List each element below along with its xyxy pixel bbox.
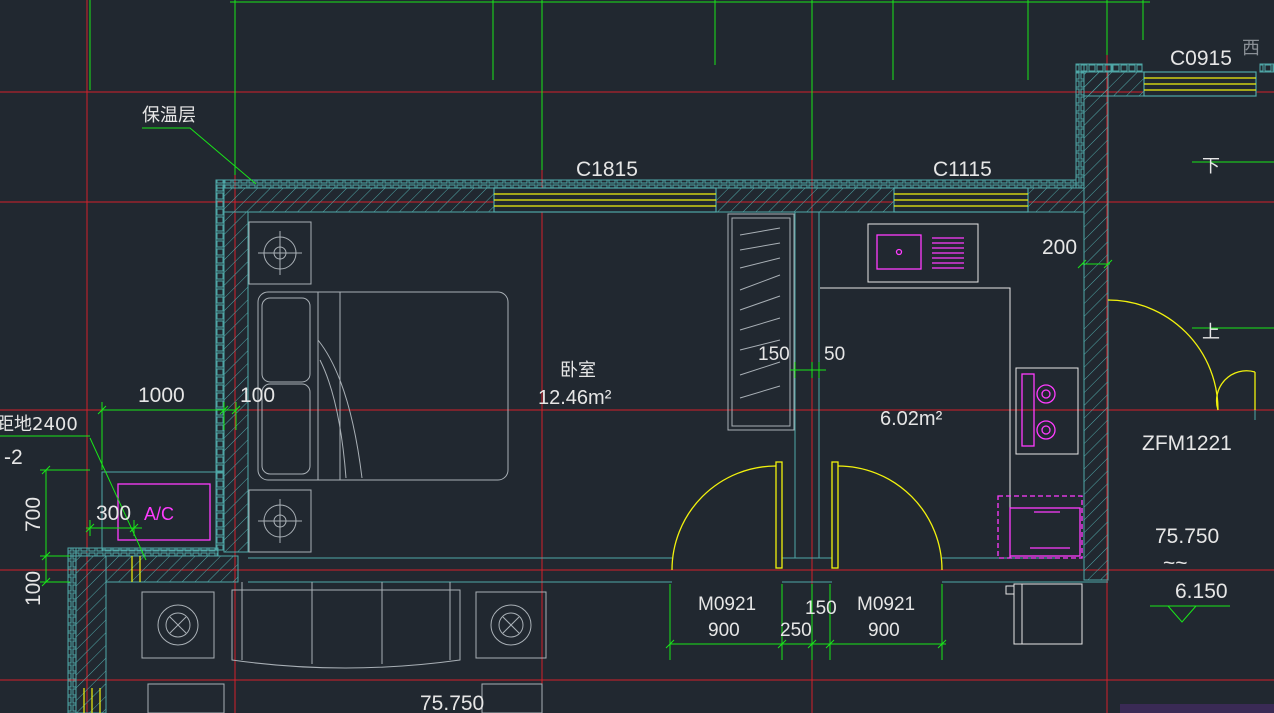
door-m0921-right-label: M0921 [857,594,915,615]
dim-100-top: 100 [240,384,275,407]
bed [257,291,509,481]
dim-300: 300 [96,502,131,525]
dim-900-left: 900 [708,620,740,641]
top-dimension-lines [89,0,1150,175]
dim-700: 700 [22,497,45,532]
dim-150-bottom: 150 [805,598,837,619]
dim-250: 250 [780,620,812,641]
door-m0921-left-label: M0921 [698,594,756,615]
nightstand-bottom [248,489,312,553]
elevation-sub: 6.150 [1175,580,1228,603]
dim-200: 200 [1042,236,1077,259]
water-heater [997,495,1083,559]
wardrobe [727,213,795,431]
elevation-main: 75.750 [1155,525,1219,548]
window-c0915 [1143,71,1257,97]
stair-down-label: 下 [1202,156,1220,177]
taskbar-strip [1120,704,1274,713]
elevation-bottom: 75.750 [420,692,484,713]
left-cut-label-1: 距地2400 [0,414,78,435]
elevation-tilde: ~~ [1163,552,1188,575]
fridge [1005,583,1083,645]
window-c0915-label: C0915 [1170,47,1232,70]
bedroom-area: 12.46m² [538,387,612,409]
window-c1815 [493,187,717,213]
window-c1115 [893,187,1029,213]
dim-100-left: 100 [22,571,45,606]
door-zfm1221 [1107,299,1256,411]
ac-label: A/C [144,504,174,524]
labels: 保温层 C1815 C1115 C0915 西 卧室 12.46m² 6.02m… [0,38,1260,713]
dim-50: 50 [824,344,845,365]
dim-900-right: 900 [868,620,900,641]
door-m0921-left [671,461,783,571]
kitchen-sink [876,234,964,270]
cad-drawing-canvas[interactable]: 保温层 C1815 C1115 C0915 西 卧室 12.46m² 6.02m… [0,0,1274,713]
nightstand-top [248,221,312,285]
window-c1115-label: C1115 [933,158,992,181]
insulation-label: 保温层 [142,105,196,126]
furniture [141,213,1083,713]
bedroom-name: 卧室 [560,360,596,381]
compass-west-label: 西 [1242,38,1260,59]
door-m0921-right [831,461,943,571]
dim-150: 150 [758,344,790,365]
door-zfm1221-label: ZFM1221 [1142,432,1232,455]
sofa-set [141,582,547,713]
window-c1815-label: C1815 [576,158,638,181]
left-cut-label-2: -2 [4,446,23,469]
kitchen-area: 6.02m² [880,408,943,430]
stair-up-label: 上 [1202,322,1220,343]
dim-1000: 1000 [138,384,185,407]
